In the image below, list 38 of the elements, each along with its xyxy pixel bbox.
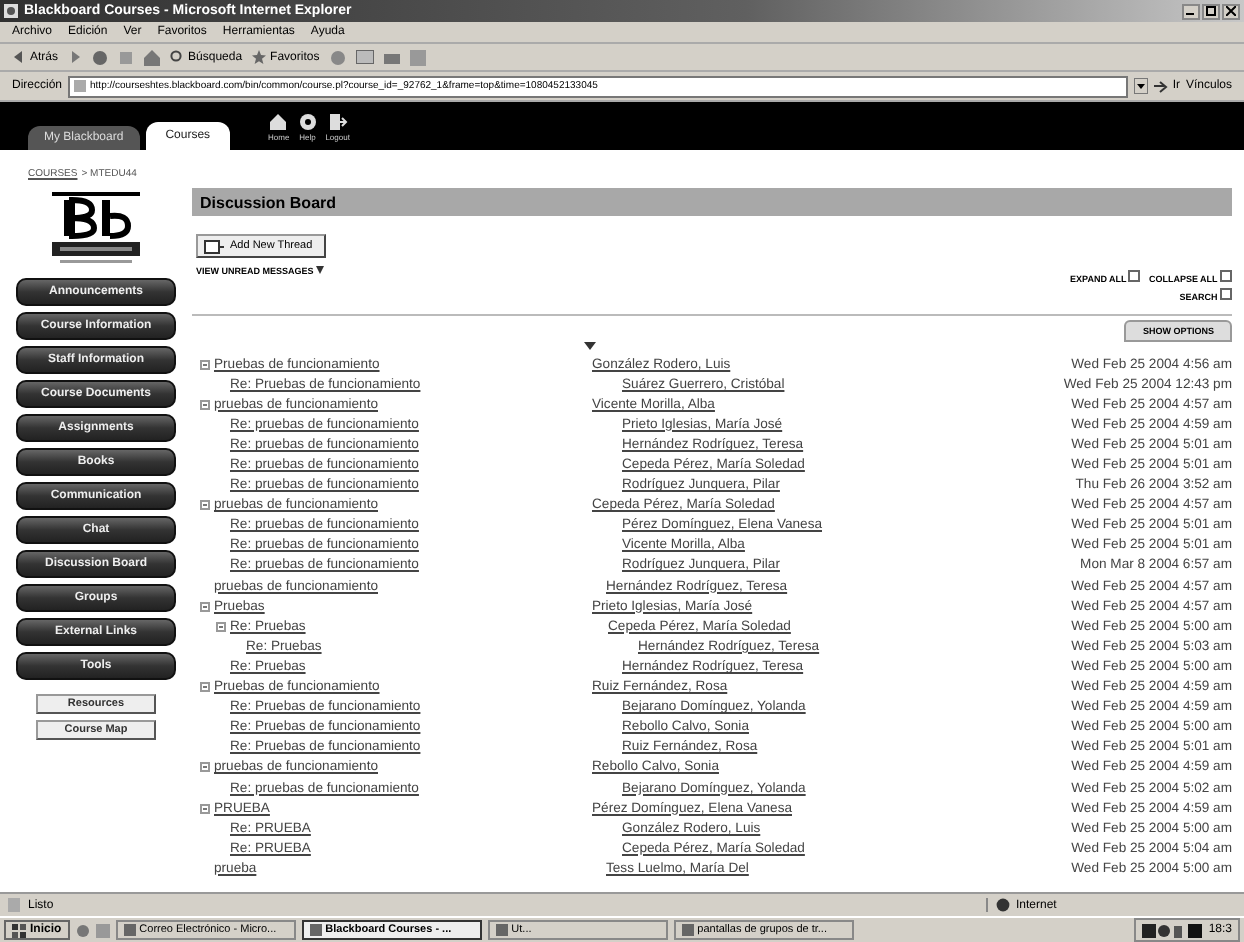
- help-icon: [297, 111, 318, 131]
- app-icon: [309, 924, 322, 936]
- close-icon: [1226, 6, 1236, 16]
- browser-icon: [4, 4, 18, 18]
- collapse-icon[interactable]: [200, 803, 210, 814]
- forward-icon[interactable]: [68, 50, 83, 64]
- logout-icon: [327, 111, 348, 131]
- page-heading: Discussion Board: [192, 188, 1232, 216]
- back-arrow-icon: [12, 50, 26, 64]
- search-icon: [170, 50, 185, 64]
- collapse-icon[interactable]: [200, 500, 210, 511]
- windows-logo-icon: [12, 923, 26, 937]
- collapse-icon[interactable]: [200, 399, 210, 410]
- go-arrow-icon: [1154, 79, 1169, 93]
- collapse-icon[interactable]: [200, 762, 210, 773]
- collapse-icon[interactable]: [200, 682, 210, 693]
- dropdown-icon[interactable]: [1134, 78, 1149, 94]
- square-icon: [1220, 270, 1232, 282]
- caret-icon: [316, 266, 325, 274]
- app-icon: [123, 924, 136, 936]
- close-button[interactable]: [1222, 3, 1240, 19]
- square-icon: [1220, 288, 1232, 300]
- home-icon: [268, 111, 289, 131]
- app-icon: [495, 924, 508, 936]
- sort-icon[interactable]: [584, 342, 596, 350]
- minimize-button[interactable]: [1182, 3, 1200, 19]
- maximize-icon: [1206, 6, 1216, 16]
- app-icon: [681, 924, 694, 936]
- mail-icon[interactable]: [355, 50, 374, 64]
- star-icon: [252, 50, 267, 64]
- collapse-icon[interactable]: [200, 601, 210, 612]
- home-icon[interactable]: [144, 49, 161, 65]
- square-icon: [1128, 270, 1141, 282]
- collapse-icon[interactable]: [216, 621, 226, 632]
- maximize-button[interactable]: [1202, 3, 1220, 19]
- thread-icon: [204, 239, 224, 253]
- collapse-icon[interactable]: [200, 359, 210, 370]
- tray-icons-drawing: [1142, 923, 1203, 937]
